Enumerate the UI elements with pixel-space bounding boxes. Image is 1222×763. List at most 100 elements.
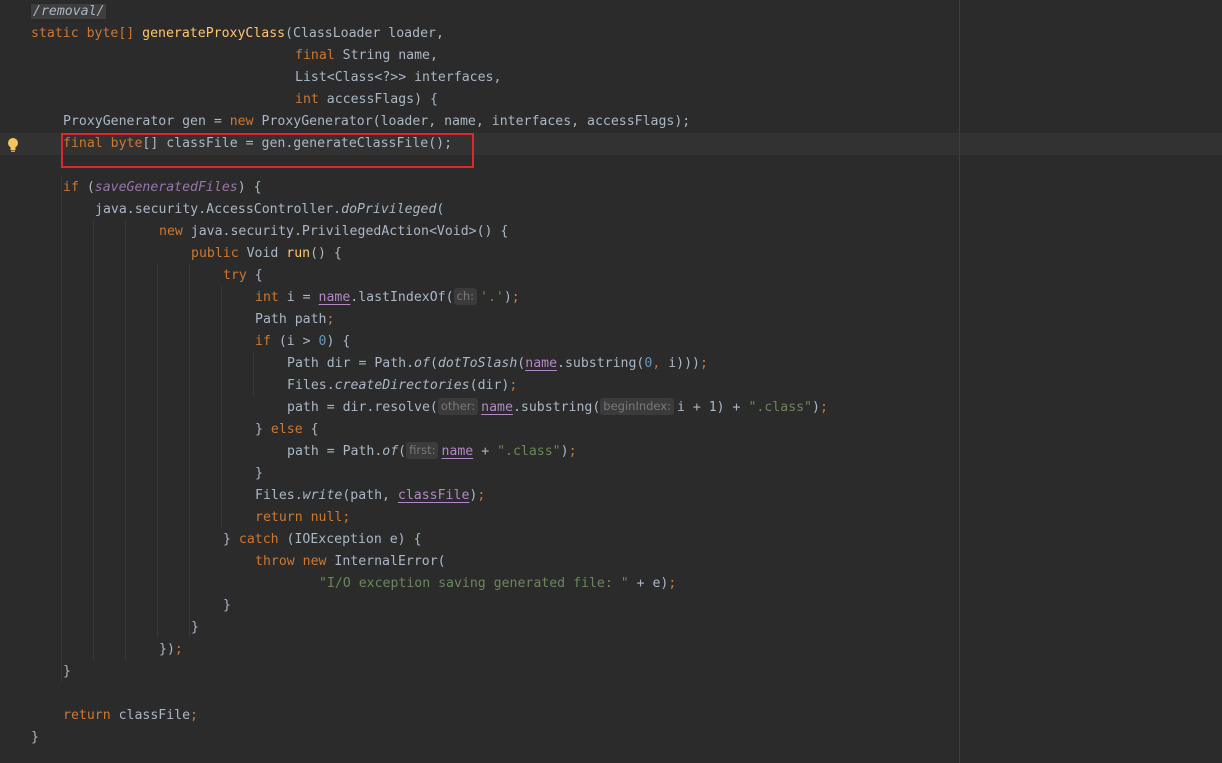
method-name[interactable]: run <box>286 246 310 261</box>
keyword: if <box>255 334 271 349</box>
code-line: return null; <box>255 510 351 525</box>
parameter-hint: first: <box>406 442 439 459</box>
code-line: ProxyGenerator gen = new ProxyGenerator(… <box>63 111 690 133</box>
keyword: try <box>223 268 247 283</box>
field-ref[interactable]: saveGeneratedFiles <box>95 180 238 195</box>
keyword: catch <box>238 532 279 547</box>
code-text: (i > <box>270 334 319 349</box>
method-ref[interactable]: dotToSlash <box>438 356 517 371</box>
code-line: new java.security.PrivilegedAction<Void>… <box>159 221 508 243</box>
code-line: public Void run() { <box>191 246 342 261</box>
keyword: return <box>63 708 111 723</box>
method-ref[interactable]: of <box>382 444 398 459</box>
code-text: Files. <box>255 488 303 503</box>
code-line: int accessFlags) { <box>295 89 438 111</box>
keyword: final <box>295 48 335 63</box>
right-margin-guide <box>959 0 960 763</box>
doc-path: /removal/ <box>31 4 107 19</box>
method-ref[interactable]: createDirectories <box>335 378 470 393</box>
indent-guide <box>189 264 190 638</box>
code-line: } <box>31 730 39 745</box>
indent-guide <box>61 176 62 682</box>
code-text: Void <box>238 246 287 261</box>
code-text: (dir) <box>469 378 510 393</box>
code-text: i + 1) + <box>676 400 749 415</box>
keyword: null <box>310 510 343 525</box>
code-text: InternalError( <box>326 554 446 569</box>
code-text: ProxyGenerator(loader, name, interfaces,… <box>253 114 691 129</box>
code-line: Files.write(path, classFile); <box>255 488 486 503</box>
keyword: throw <box>255 554 295 569</box>
code-text: classFile <box>110 708 191 723</box>
code-line: final String name, <box>295 45 438 67</box>
code-text: + <box>473 444 498 459</box>
code-text: java.security.PrivilegedAction<Void>() { <box>182 224 509 239</box>
captured-variable[interactable]: name <box>441 444 473 459</box>
parameter-hint: beginIndex: <box>600 398 674 415</box>
code-text: Path dir = Path. <box>287 356 415 371</box>
code-line: }); <box>159 642 183 657</box>
captured-variable[interactable]: classFile <box>398 488 469 503</box>
parameter-hint: ch: <box>453 288 478 305</box>
code-text: Path path <box>255 312 327 327</box>
method-ref[interactable]: doPrivileged <box>341 202 436 217</box>
code-line: if (saveGeneratedFiles) { <box>63 180 262 195</box>
keyword: else <box>270 422 303 437</box>
code-text: .substring( <box>512 400 601 415</box>
number-literal: 0 <box>318 334 327 349</box>
method-modifiers: static byte[] <box>31 26 135 41</box>
code-text: i = <box>278 290 319 305</box>
code-line: int i = name.lastIndexOf(ch: '.'); <box>255 288 520 305</box>
code-line: return classFile; <box>63 708 198 723</box>
code-editor[interactable]: /removal/ static byte[] generateProxyCla… <box>0 0 1222 763</box>
code-text: (path, <box>342 488 398 503</box>
method-ref[interactable]: of <box>414 356 430 371</box>
string-literal: ".class" <box>748 400 812 415</box>
keyword: new <box>229 114 254 129</box>
keyword: new <box>302 554 327 569</box>
captured-variable[interactable]: name <box>481 400 513 415</box>
keyword: int <box>295 92 319 107</box>
code-text: java.security.AccessController. <box>95 202 342 217</box>
method-ref[interactable]: write <box>303 488 343 503</box>
indent-guide <box>157 264 158 638</box>
method-param: (ClassLoader loader, <box>285 26 444 41</box>
code-line: Files.createDirectories(dir); <box>287 378 518 393</box>
code-line: path = Path.of(first: name + ".class"); <box>287 442 577 459</box>
code-line: } <box>63 664 71 679</box>
lightbulb-icon[interactable] <box>6 137 20 153</box>
indent-guide <box>125 220 126 660</box>
code-text: path = Path. <box>287 444 383 459</box>
code-line: path = dir.resolve(other: name.substring(… <box>287 398 828 415</box>
code-text: ProxyGenerator gen = <box>63 114 230 129</box>
highlight-box <box>61 133 474 168</box>
method-param: accessFlags) { <box>318 92 438 107</box>
code-line: "I/O exception saving generated file: " … <box>319 576 677 591</box>
indent-guide <box>221 286 222 528</box>
code-line: } <box>223 598 231 613</box>
code-text: + e) <box>628 576 669 591</box>
keyword: if <box>63 180 79 195</box>
code-text: .substring( <box>557 356 645 371</box>
code-line: try { <box>223 268 263 283</box>
indent-guide <box>253 352 254 396</box>
keyword: public <box>191 246 239 261</box>
code-line: List<Class<?>> interfaces, <box>295 67 501 89</box>
method-param: String name, <box>334 48 438 63</box>
string-literal: ".class" <box>497 444 561 459</box>
code-line: } catch (IOException e) { <box>223 532 422 547</box>
code-line: /removal/ <box>31 1 107 23</box>
code-line: } <box>255 466 263 481</box>
code-text: (IOException e) { <box>278 532 422 547</box>
code-text: }) <box>159 642 175 657</box>
code-line: } else { <box>255 422 319 437</box>
string-literal: "I/O exception saving generated file: " <box>319 576 629 591</box>
parameter-hint: other: <box>437 398 479 415</box>
code-line: throw new InternalError( <box>255 551 446 573</box>
captured-variable[interactable]: name <box>525 356 557 371</box>
code-line: java.security.AccessController.doPrivile… <box>95 202 445 217</box>
captured-variable[interactable]: name <box>319 290 351 305</box>
code-line: Path path; <box>255 312 335 327</box>
method-name[interactable]: generateProxyClass <box>142 26 285 41</box>
string-literal: '.' <box>480 290 504 305</box>
